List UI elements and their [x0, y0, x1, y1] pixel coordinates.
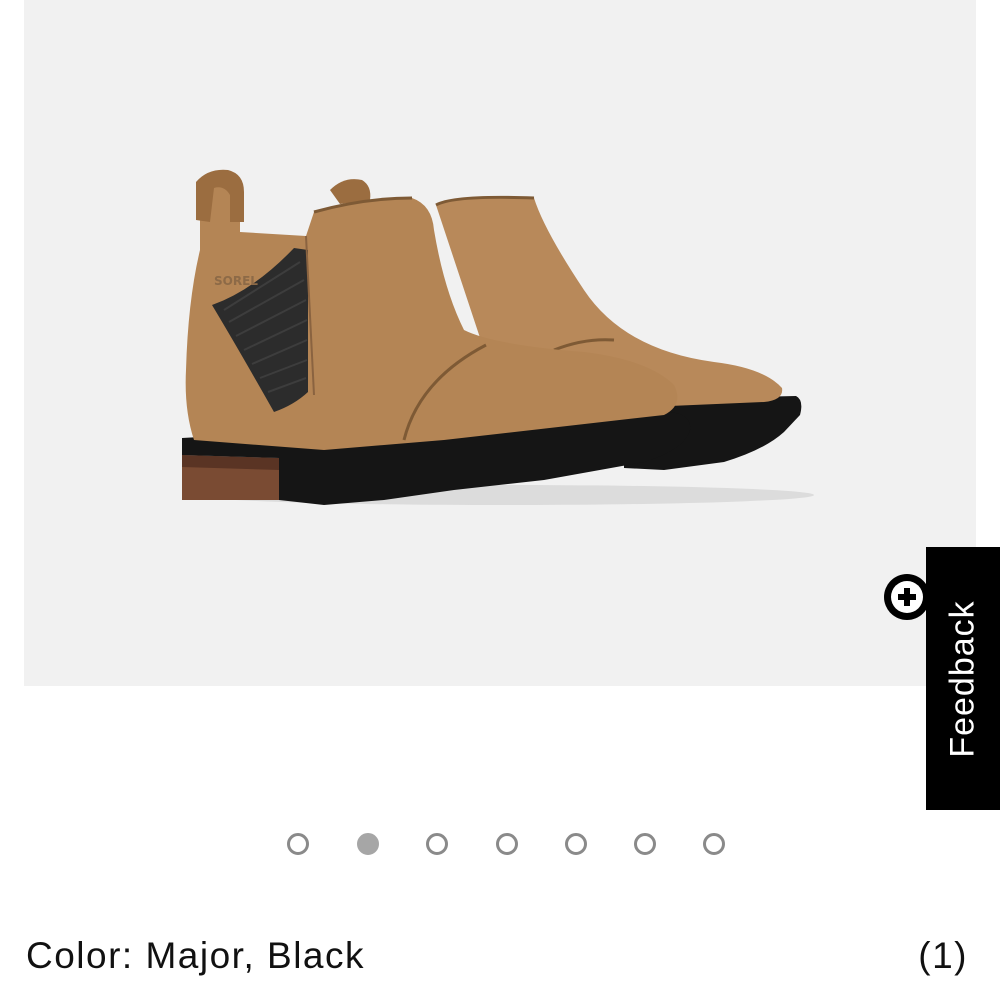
review-count[interactable]: (1) — [918, 935, 968, 977]
feedback-tab[interactable]: Feedback — [926, 547, 1000, 810]
carousel-dot-3[interactable] — [426, 833, 448, 855]
carousel-dot-7[interactable] — [703, 833, 725, 855]
product-page: SOREL Feedback Color: Major, Black (1) — [0, 0, 1000, 1000]
product-image[interactable]: SOREL — [24, 0, 976, 686]
carousel-pagination — [0, 833, 1000, 861]
plus-circle-icon[interactable] — [884, 574, 930, 620]
plus-icon — [891, 581, 923, 613]
carousel-dot-4[interactable] — [496, 833, 518, 855]
carousel-dot-6[interactable] — [634, 833, 656, 855]
carousel-dot-1[interactable] — [287, 833, 309, 855]
sorel-logo: SOREL — [214, 274, 258, 288]
carousel-dot-2-active[interactable] — [357, 833, 379, 855]
feedback-label: Feedback — [943, 599, 982, 758]
color-selection-row: Color: Major, Black (1) — [26, 935, 976, 985]
boot-illustration: SOREL — [182, 169, 814, 505]
color-label: Color: Major, Black — [26, 935, 365, 976]
carousel-dot-5[interactable] — [565, 833, 587, 855]
